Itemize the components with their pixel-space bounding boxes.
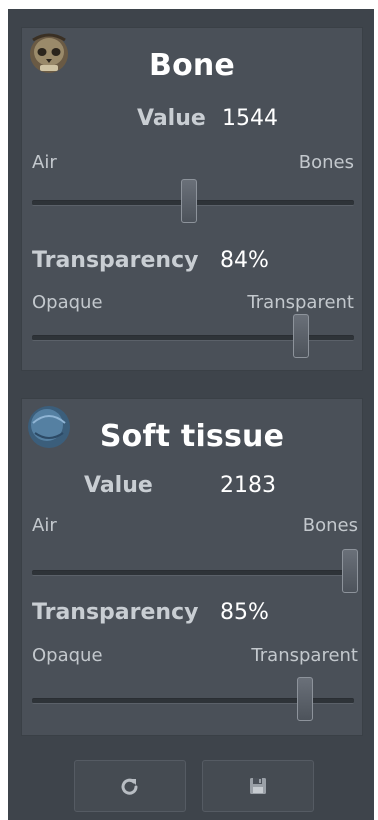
value-label: Value — [84, 473, 153, 498]
panel-title: Bone — [149, 48, 235, 83]
reset-button[interactable] — [74, 760, 186, 812]
reset-icon — [121, 778, 138, 795]
value-number: 1544 — [222, 106, 278, 131]
slider-min-label: Air — [32, 515, 57, 536]
value-number: 2183 — [220, 473, 276, 498]
slider-max-label: Transparent — [251, 645, 358, 666]
transparency-slider-thumb[interactable] — [293, 314, 310, 358]
bone-panel: Bone Value 1544 Air Bones Transparency 8… — [21, 27, 363, 371]
slider-max-label: Bones — [302, 515, 358, 536]
slider-max-label: Transparent — [247, 292, 354, 313]
transparency-slider-track[interactable] — [32, 677, 354, 721]
save-icon — [250, 778, 266, 794]
transparency-value: 84% — [220, 248, 269, 273]
value-slider-track[interactable] — [32, 179, 354, 223]
value-slider-thumb[interactable] — [341, 549, 358, 593]
value-slider-track[interactable] — [32, 549, 358, 593]
volume-rendering-panel: Bone Value 1544 Air Bones Transparency 8… — [8, 9, 374, 820]
transparency-slider-track[interactable] — [32, 314, 354, 358]
slider-min-label: Air — [32, 152, 57, 173]
panel-title: Soft tissue — [99, 419, 285, 454]
slider-min-label: Opaque — [32, 292, 103, 313]
value-slider-thumb[interactable] — [180, 179, 197, 223]
transparency-slider-thumb[interactable] — [296, 677, 313, 721]
save-button[interactable] — [202, 760, 314, 812]
transparency-label: Transparency — [32, 600, 199, 625]
soft-tissue-panel: Soft tissue Value 2183 Air Bones Transpa… — [21, 398, 363, 736]
value-label: Value — [137, 106, 206, 131]
slider-min-label: Opaque — [32, 645, 103, 666]
transparency-label: Transparency — [32, 248, 199, 273]
slider-max-label: Bones — [298, 152, 354, 173]
transparency-value: 85% — [220, 600, 269, 625]
